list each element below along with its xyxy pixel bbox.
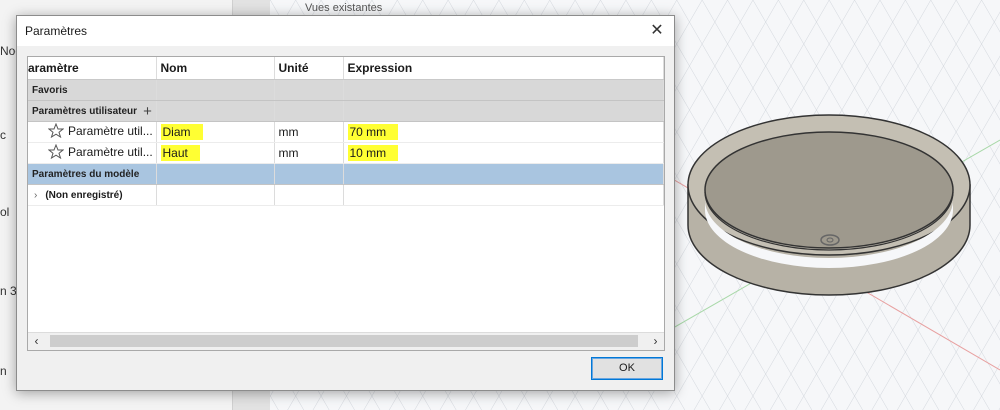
dialog-title-bar[interactable]: Paramètres ✕ xyxy=(17,16,674,46)
group-model-parameters[interactable]: Paramètres du modèle xyxy=(28,163,664,185)
ring-model[interactable] xyxy=(687,114,971,296)
table-row[interactable]: Paramètre util... Diam mm 70 mm xyxy=(28,121,664,143)
column-header-expression[interactable]: Expression xyxy=(343,57,664,80)
parameter-label: Paramètre util... xyxy=(68,124,153,139)
parameter-name[interactable]: Diam xyxy=(160,124,203,140)
parameter-expression[interactable]: 10 mm xyxy=(347,145,399,161)
table-row[interactable]: Paramètre util... Haut mm 10 mm xyxy=(28,142,664,164)
column-header-name[interactable]: Nom xyxy=(156,57,275,80)
parameters-dialog: Paramètres ✕ aramètre Nom Unité Expressi… xyxy=(16,15,675,391)
parameter-unit[interactable]: mm xyxy=(274,142,344,164)
parameter-label: Paramètre util... xyxy=(68,145,153,160)
browser-text-fragment: c xyxy=(0,128,6,142)
group-label: Favoris xyxy=(28,79,157,101)
horizontal-scrollbar[interactable]: ‹ › xyxy=(28,332,664,350)
browser-text-fragment: ol xyxy=(0,205,10,219)
ok-button[interactable]: OK xyxy=(591,357,663,380)
scroll-left-icon[interactable]: ‹ xyxy=(28,333,45,350)
add-user-parameter-icon[interactable]: + xyxy=(143,103,152,120)
chevron-right-icon[interactable]: › xyxy=(34,190,37,201)
group-label: Paramètres utilisateur xyxy=(32,105,138,117)
column-header-unit[interactable]: Unité xyxy=(274,57,344,80)
parameter-name[interactable]: Haut xyxy=(160,145,200,161)
group-user-parameters[interactable]: Paramètres utilisateur + xyxy=(28,100,664,122)
parameter-unit[interactable]: mm xyxy=(274,121,344,143)
parameters-table: aramètre Nom Unité Expression Favoris Pa… xyxy=(27,56,665,351)
parameter-expression[interactable]: 70 mm xyxy=(347,124,399,140)
column-header-parameter[interactable]: aramètre xyxy=(28,57,157,80)
dialog-title: Paramètres xyxy=(25,24,88,38)
model-tree-item[interactable]: › (Non enregistré) xyxy=(28,184,664,206)
group-favorites[interactable]: Favoris xyxy=(28,79,664,101)
existing-views-label: Vues existantes xyxy=(305,2,383,14)
table-header: aramètre Nom Unité Expression xyxy=(28,57,664,80)
close-icon[interactable]: ✕ xyxy=(646,20,668,42)
browser-text-fragment: n xyxy=(0,364,7,378)
favorite-star-icon[interactable] xyxy=(47,122,65,141)
group-label: Paramètres du modèle xyxy=(28,163,157,185)
scroll-right-icon[interactable]: › xyxy=(647,333,664,350)
scrollbar-thumb[interactable] xyxy=(50,335,638,347)
favorite-star-icon[interactable] xyxy=(47,143,65,162)
model-item-label: (Non enregistré) xyxy=(45,189,123,201)
